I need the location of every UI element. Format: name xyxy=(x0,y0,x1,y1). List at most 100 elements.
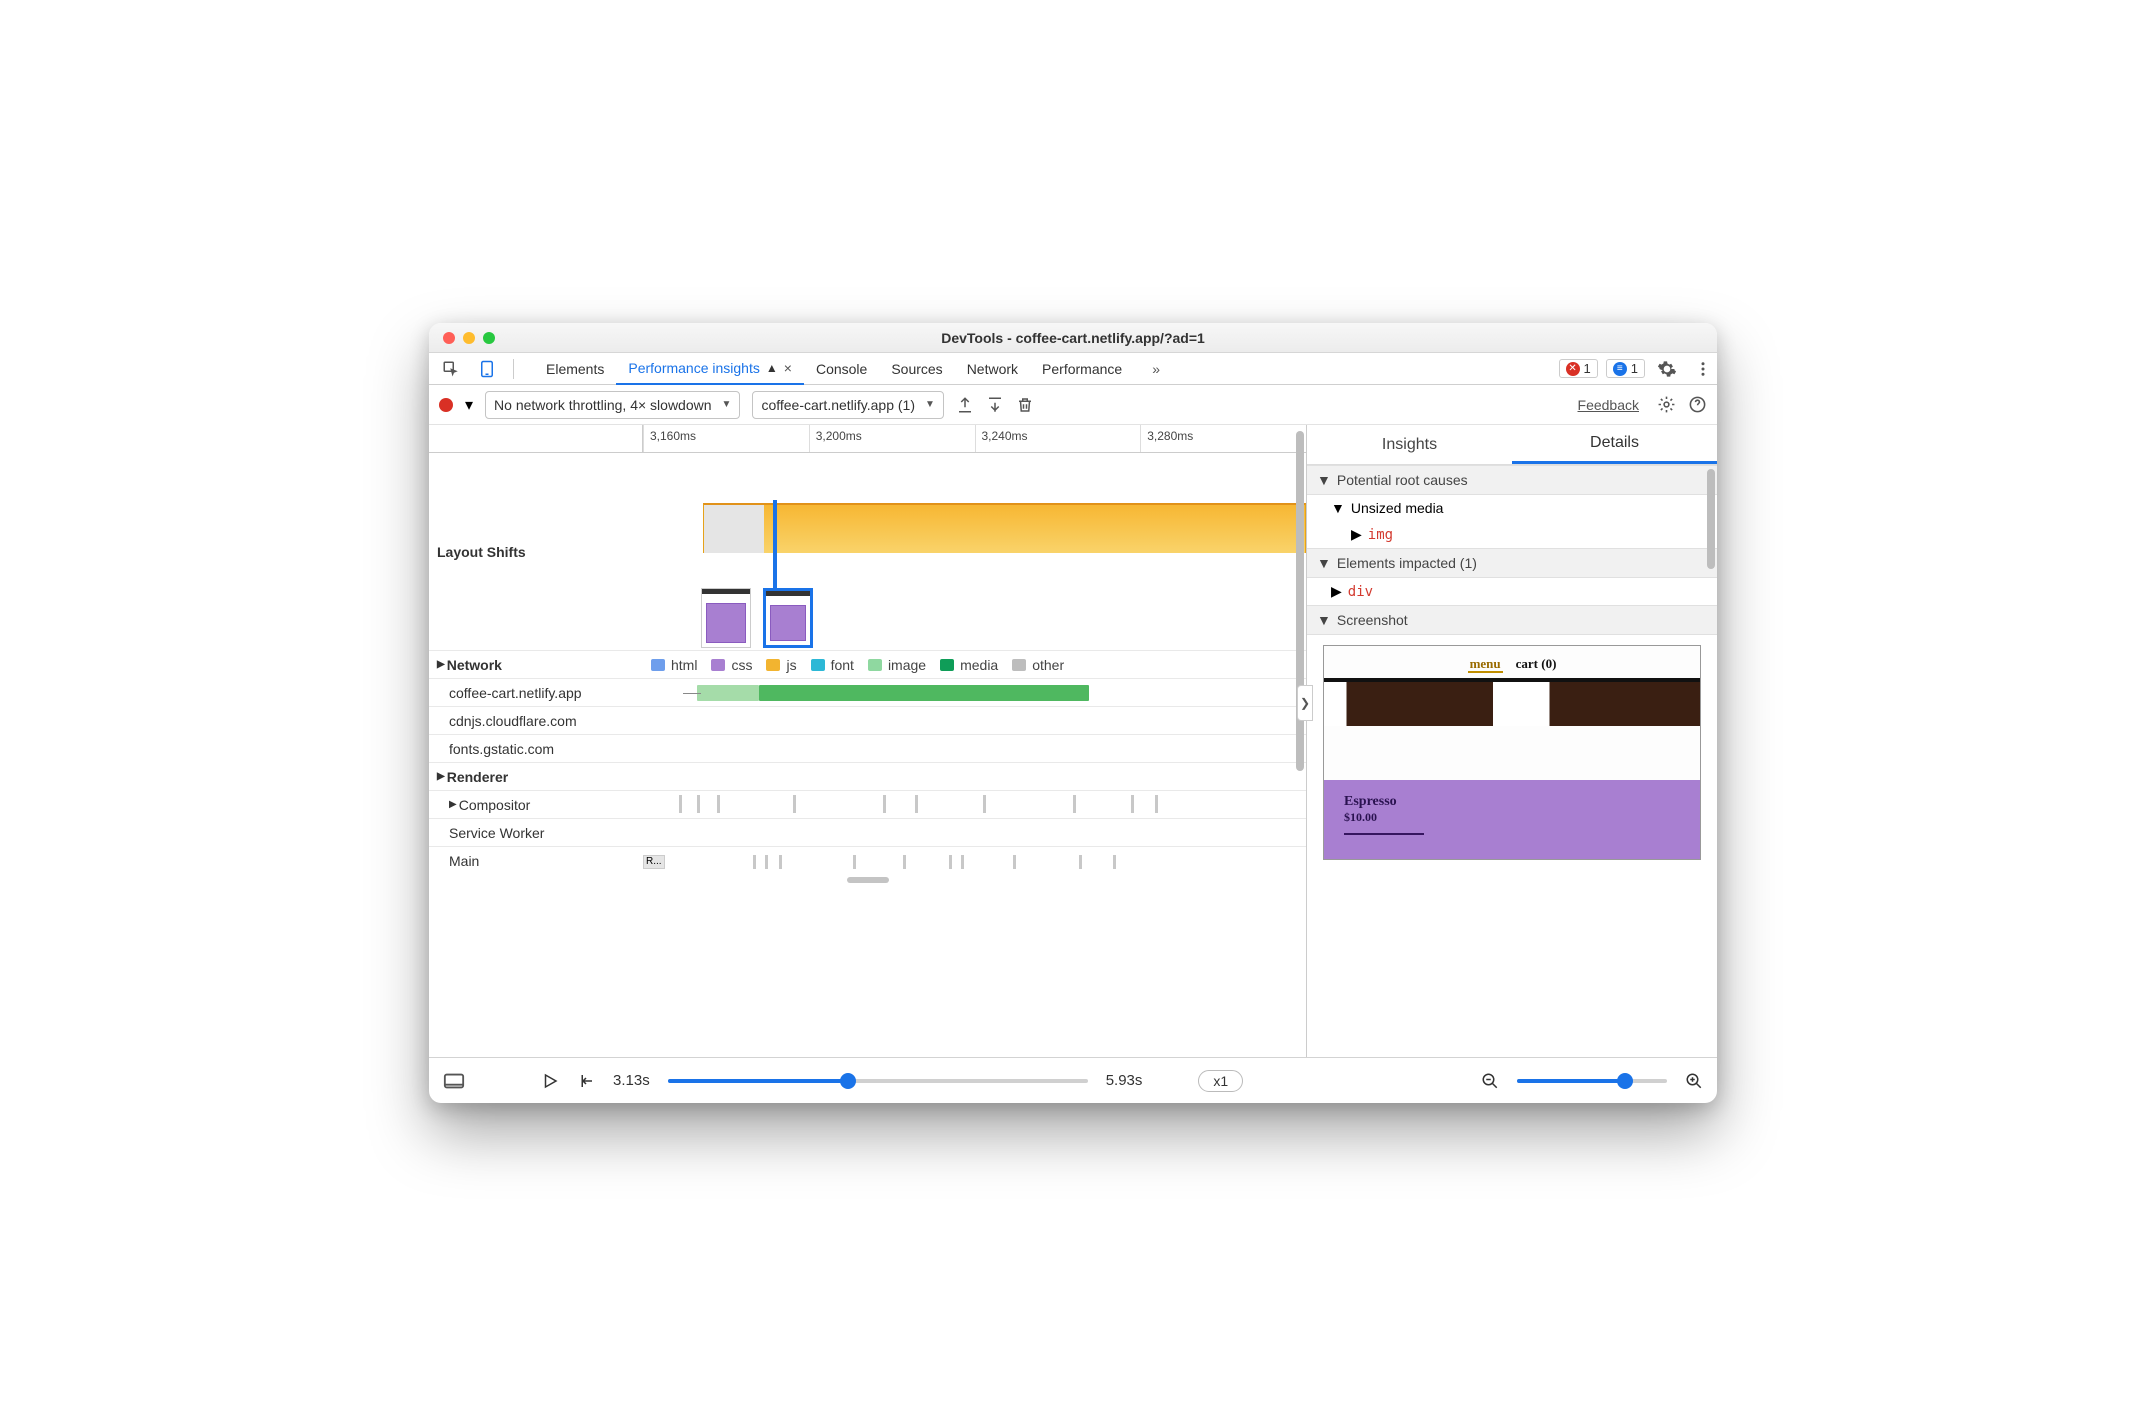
details-tabs: Insights Details xyxy=(1307,425,1717,465)
tab-label: Performance insights xyxy=(628,360,760,376)
layout-shift-lane[interactable] xyxy=(643,453,1306,650)
section-title: Potential root causes xyxy=(1337,472,1468,488)
tab-network[interactable]: Network xyxy=(955,353,1030,385)
request-bar[interactable] xyxy=(759,685,1089,701)
screenshot-nav: menu cart (0) xyxy=(1324,656,1700,672)
range-start: 3.13s xyxy=(613,1072,650,1089)
cls-band xyxy=(703,503,1306,553)
main-lane[interactable]: R... xyxy=(643,847,1306,875)
tree-element-div[interactable]: ▶ div xyxy=(1307,578,1717,605)
import-icon[interactable] xyxy=(986,396,1004,414)
track-label[interactable]: ▶ Network xyxy=(429,651,643,678)
track-label[interactable]: ▶ Renderer xyxy=(429,763,643,790)
network-host-label: coffee-cart.netlify.app xyxy=(429,679,643,706)
request-bar[interactable] xyxy=(697,685,759,701)
network-lane[interactable] xyxy=(643,707,1306,734)
section-elements-impacted[interactable]: ▼ Elements impacted (1) xyxy=(1307,548,1717,578)
legend-font: font xyxy=(831,657,854,673)
insights-toolbar: ▾ No network throttling, 4× slowdown ▼ c… xyxy=(429,385,1717,425)
screenshot-product-card: Espresso $10.00 xyxy=(1324,780,1700,859)
throttling-select[interactable]: No network throttling, 4× slowdown ▼ xyxy=(485,391,740,419)
ruler-tick: 3,160ms xyxy=(643,425,809,452)
layout-shifts-track: Layout Shifts xyxy=(429,453,1306,651)
feedback-link[interactable]: Feedback xyxy=(1578,397,1639,413)
messages-badge[interactable]: ≡ 1 xyxy=(1606,359,1645,378)
section-title: Elements impacted (1) xyxy=(1337,555,1477,571)
section-root-causes[interactable]: ▼ Potential root causes xyxy=(1307,465,1717,495)
errors-badge[interactable]: ✕ 1 xyxy=(1559,359,1598,378)
devtools-tabstrip: Elements Performance insights ▲ × Consol… xyxy=(429,353,1717,385)
renderer-compositor-row: ▶ Compositor xyxy=(429,791,1306,819)
vertical-scrollbar[interactable] xyxy=(1294,425,1306,797)
speed-pill[interactable]: x1 xyxy=(1198,1070,1243,1092)
details-scrollbar-thumb[interactable] xyxy=(1707,469,1715,569)
legend-html: html xyxy=(671,657,697,673)
tab-performance-insights[interactable]: Performance insights ▲ × xyxy=(616,353,804,385)
zoom-slider[interactable] xyxy=(1517,1079,1667,1083)
renderer-service-worker-row: Service Worker xyxy=(429,819,1306,847)
devtools-window: DevTools - coffee-cart.netlify.app/?ad=1… xyxy=(429,323,1717,1103)
screenshot-hero-image xyxy=(1324,682,1700,726)
legend-css: css xyxy=(731,657,752,673)
delete-icon[interactable] xyxy=(1016,396,1034,414)
pane-collapse-handle[interactable]: ❯ xyxy=(1297,685,1313,721)
horizontal-scroll-thumb[interactable] xyxy=(847,877,889,883)
range-end: 5.93s xyxy=(1106,1072,1143,1089)
toolbar-settings-gear-icon[interactable] xyxy=(1657,395,1676,414)
network-host-row: coffee-cart.netlify.app xyxy=(429,679,1306,707)
help-icon[interactable] xyxy=(1688,395,1707,414)
content-area: 3,160ms 3,200ms 3,240ms 3,280ms Layout S… xyxy=(429,425,1717,1057)
tree-element-img[interactable]: ▶ img xyxy=(1307,521,1717,548)
service-worker-lane[interactable] xyxy=(643,819,1306,846)
zoom-in-icon[interactable] xyxy=(1685,1072,1703,1090)
settings-gear-icon[interactable] xyxy=(1653,355,1681,383)
layout-shift-thumbnail-selected[interactable] xyxy=(763,588,813,648)
tree-unsized-media[interactable]: ▼ Unsized media xyxy=(1307,495,1717,521)
track-label: Main xyxy=(429,847,643,875)
legend-js: js xyxy=(786,657,796,673)
time-range-slider[interactable] xyxy=(668,1079,1088,1083)
track-label[interactable]: ▶ Compositor xyxy=(429,791,643,818)
device-toggle-icon[interactable] xyxy=(473,355,501,383)
details-pane: ❯ Insights Details ▼ Potential root caus… xyxy=(1307,425,1717,1057)
track-label-text: Compositor xyxy=(459,797,531,813)
tab-console[interactable]: Console xyxy=(804,353,879,385)
more-tabs-chevron-icon[interactable]: » xyxy=(1142,355,1170,383)
zoom-out-icon[interactable] xyxy=(1481,1072,1499,1090)
layout-shift-thumbnail[interactable] xyxy=(701,588,751,648)
network-lane[interactable] xyxy=(643,735,1306,762)
section-screenshot[interactable]: ▼ Screenshot xyxy=(1307,605,1717,635)
record-menu-caret-icon[interactable]: ▾ xyxy=(465,395,473,415)
chevron-right-icon: ▶ xyxy=(449,799,457,810)
ruler-tick: 3,280ms xyxy=(1140,425,1306,452)
legend-image: image xyxy=(888,657,926,673)
ruler-tick: 3,240ms xyxy=(975,425,1141,452)
kebab-menu-icon[interactable] xyxy=(1689,355,1717,383)
skip-back-icon[interactable] xyxy=(577,1072,595,1090)
network-host-label: cdnjs.cloudflare.com xyxy=(429,707,643,734)
timeline-pane: 3,160ms 3,200ms 3,240ms 3,280ms Layout S… xyxy=(429,425,1307,1057)
inspect-icon[interactable] xyxy=(437,355,465,383)
panel-tabs: Elements Performance insights ▲ × Consol… xyxy=(534,353,1134,385)
tab-sources[interactable]: Sources xyxy=(879,353,954,385)
export-icon[interactable] xyxy=(956,396,974,414)
play-icon[interactable] xyxy=(541,1072,559,1090)
compositor-lane[interactable] xyxy=(643,791,1306,818)
network-host-label: fonts.gstatic.com xyxy=(429,735,643,762)
network-lane[interactable] xyxy=(643,679,1306,706)
chevron-right-icon: ▶ xyxy=(437,771,445,782)
network-host-row: cdnjs.cloudflare.com xyxy=(429,707,1306,735)
close-tab-icon[interactable]: × xyxy=(784,360,792,376)
network-track-header: ▶ Network html css js font image media o… xyxy=(429,651,1306,679)
tab-label: Sources xyxy=(891,361,942,377)
tab-performance[interactable]: Performance xyxy=(1030,353,1134,385)
window-title: DevTools - coffee-cart.netlify.app/?ad=1 xyxy=(429,330,1717,346)
tab-details[interactable]: Details xyxy=(1512,425,1717,464)
target-select[interactable]: coffee-cart.netlify.app (1) ▼ xyxy=(752,391,943,419)
chevron-right-icon: ▶ xyxy=(1331,583,1342,600)
toggle-preview-icon[interactable] xyxy=(443,1072,465,1090)
record-button[interactable] xyxy=(439,398,453,412)
network-legend: html css js font image media other xyxy=(643,651,1306,678)
tab-insights[interactable]: Insights xyxy=(1307,425,1512,464)
tab-elements[interactable]: Elements xyxy=(534,353,616,385)
